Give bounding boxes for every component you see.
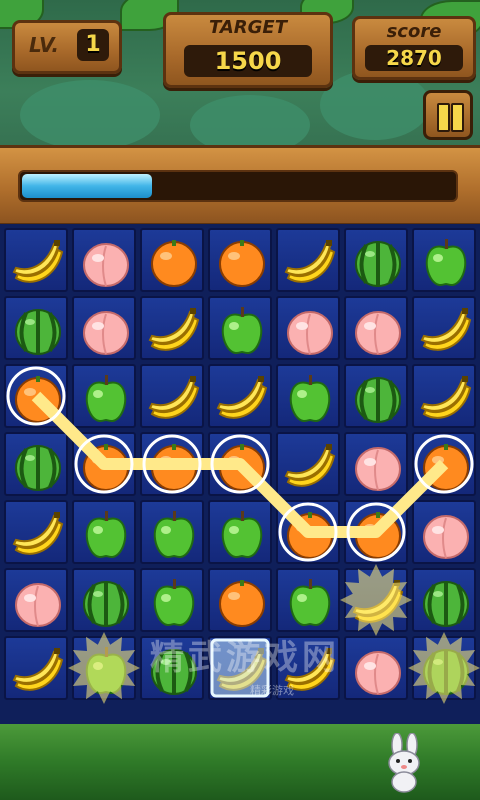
bush-decoration [20, 80, 160, 150]
pause-icon [437, 103, 450, 132]
target-plank: TARGET 1500 [163, 12, 333, 88]
score-plank: score 2870 [352, 16, 476, 80]
sparkle-icon [68, 632, 140, 704]
match-path-line [31, 391, 449, 538]
target-value: 1500 [184, 45, 312, 77]
sparkle-icon [408, 632, 480, 704]
level-value: 1 [77, 29, 109, 61]
score-value: 2870 [365, 45, 463, 71]
pause-button[interactable] [423, 90, 473, 140]
progress-fill [22, 174, 152, 198]
sparkle-icon [340, 564, 412, 636]
pause-icon [451, 103, 464, 132]
score-label: score [386, 21, 442, 42]
level-label: LV. [29, 33, 59, 57]
level-plank: LV. 1 [12, 20, 122, 74]
watermark-subtext: 精彩游戏 [250, 684, 294, 697]
rabbit-mascot [388, 733, 420, 793]
watermark-text: 精武游戏网 [150, 638, 340, 678]
progress-track [18, 170, 458, 202]
progress-shelf [0, 145, 480, 226]
target-label: TARGET [208, 17, 288, 38]
bush-decoration [320, 70, 430, 140]
